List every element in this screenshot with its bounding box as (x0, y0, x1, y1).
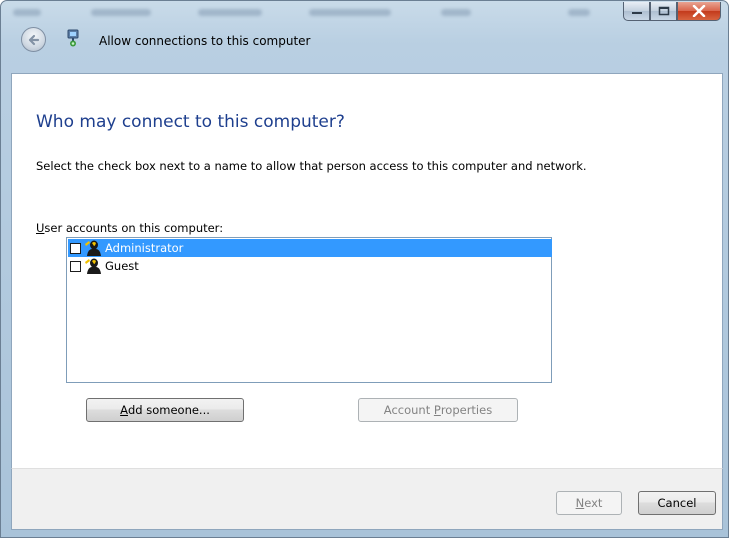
account-name: Guest (105, 259, 139, 273)
title-bar[interactable] (1, 1, 728, 27)
button-label: dd someone... (127, 403, 210, 417)
mnemonic: A (120, 403, 128, 417)
button-label: ext (584, 496, 603, 510)
button-label: roperties (440, 403, 493, 417)
mnemonic: N (575, 496, 585, 510)
account-name: Administrator (105, 241, 184, 255)
caption-buttons (623, 2, 721, 22)
list-item-administrator[interactable]: Administrator (68, 239, 552, 257)
content-area: Who may connect to this computer? Select… (11, 73, 723, 468)
maximize-icon (658, 6, 669, 16)
instruction-text: Select the check box next to a name to a… (36, 159, 587, 173)
command-area: Next Cancel (11, 468, 723, 530)
checkbox-administrator[interactable] (70, 242, 81, 254)
dialog-window: Allow connections to this computer Who m… (0, 0, 729, 538)
mnemonic: P (433, 403, 441, 417)
close-icon (692, 5, 706, 17)
add-someone-button[interactable]: Add someone... (86, 398, 244, 422)
background-blur (13, 9, 593, 19)
minimize-button[interactable] (623, 2, 650, 21)
minimize-icon (631, 12, 642, 14)
cancel-button[interactable]: Cancel (638, 491, 716, 515)
label-text: ser accounts on this computer: (44, 221, 224, 235)
network-icon (67, 29, 79, 47)
button-label-prefix: Account (383, 403, 434, 417)
window-title: Allow connections to this computer (99, 34, 311, 48)
back-arrow-icon (28, 34, 40, 46)
account-properties-button[interactable]: Account Properties (358, 398, 518, 422)
next-button[interactable]: Next (556, 491, 622, 515)
user-account-icon (85, 240, 101, 256)
page-heading: Who may connect to this computer? (36, 112, 345, 132)
list-item-guest[interactable]: Guest (68, 257, 552, 275)
close-button[interactable] (677, 2, 721, 21)
accounts-list-label: User accounts on this computer: (36, 221, 223, 235)
maximize-button[interactable] (650, 2, 677, 21)
user-accounts-list[interactable]: Administrator Guest (66, 237, 552, 383)
back-button[interactable] (21, 27, 46, 52)
user-account-icon (85, 258, 101, 274)
checkbox-guest[interactable] (70, 260, 81, 272)
